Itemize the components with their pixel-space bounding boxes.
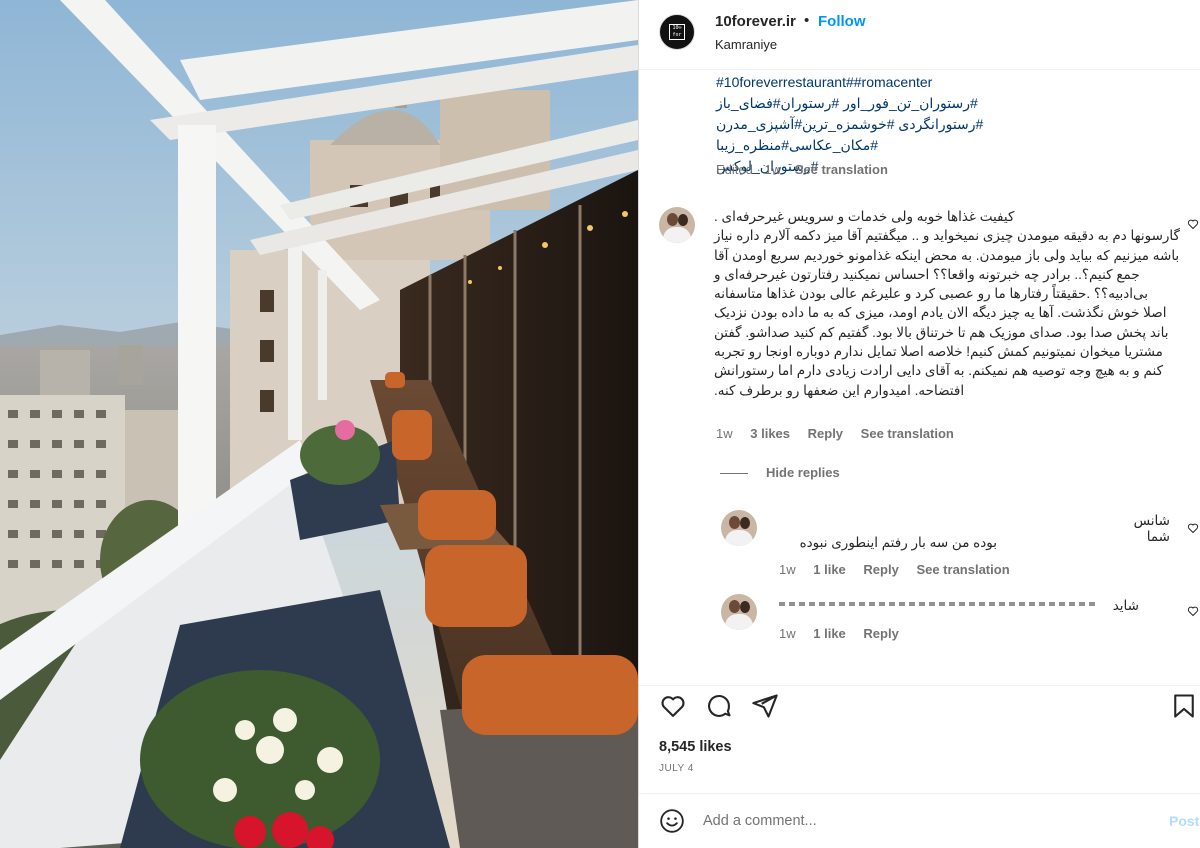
separator-dot: •: [804, 12, 810, 29]
likes-count[interactable]: 8,545 likes: [659, 739, 732, 755]
like-comment-heart-icon[interactable]: [1187, 218, 1199, 230]
comment-line: افتضاحه. امیدوارم این ضعفها رو برطرف کنه…: [714, 382, 965, 398]
post-comment-button[interactable]: Post: [1169, 813, 1199, 829]
hashtag-line[interactable]: #رستوران_تن_فور_اور #رستوران#فضای_باز: [716, 93, 1094, 114]
comment-icon[interactable]: [705, 692, 733, 720]
comment-line: جمع کنیم؟.. برادر چه خبرتونه واقعا؟؟ احس…: [714, 266, 1140, 282]
reply-author[interactable]: شانس شما: [1114, 513, 1170, 545]
hashtag-line[interactable]: #10foreverrestaurant##romacenter: [716, 72, 1094, 93]
hashtag-line[interactable]: #رستورانگردی #خوشمزه_ترین#آشپزی_مدرن #مک…: [716, 114, 1094, 156]
comment-likes[interactable]: 3 likes: [750, 426, 790, 441]
like-reply-heart-icon[interactable]: [1187, 522, 1199, 534]
reply-text: بوده من سه بار رفتم اینطوری نبوده: [799, 535, 997, 550]
reply-button[interactable]: Reply: [808, 426, 843, 441]
reply-meta: 1w 1 like Reply See translation: [779, 562, 1024, 577]
emoji-icon[interactable]: [659, 808, 685, 834]
comment-time: 1w: [716, 426, 733, 441]
time-separator: ·: [756, 162, 761, 177]
caption-meta: Edited · 1w See translation: [716, 162, 888, 177]
comment-meta: 1w 3 likes Reply See translation: [716, 426, 968, 441]
reply-text: شاید: [1112, 598, 1139, 613]
comment-line: باند پخش صدا بود. صدای موزیک هم تا خرتنا…: [714, 324, 1169, 340]
reply-avatar[interactable]: [721, 510, 757, 546]
comment-form: Post: [639, 793, 1200, 848]
see-translation-button[interactable]: See translation: [916, 562, 1009, 577]
reply-time: 1w: [779, 562, 796, 577]
comments-scroll-area[interactable]: #10foreverrestaurant##romacenter #رستورا…: [639, 70, 1200, 685]
comment-line: گارسونها دم به دقیقه میومدن چیزی نمیخوای…: [714, 228, 1180, 244]
post-actions: 8,545 likes JULY 4: [639, 685, 1200, 785]
bookmark-icon[interactable]: [1170, 692, 1198, 720]
post-header: 10∞ for 10forever.ir • Follow Kamraniye: [639, 0, 1200, 70]
obscured-reply-text: [779, 602, 1099, 606]
hide-replies-label: Hide replies: [766, 465, 840, 480]
post-photo[interactable]: [0, 0, 638, 848]
post-date: JULY 4: [659, 763, 694, 774]
reply-button[interactable]: Reply: [863, 626, 898, 641]
commenter-avatar[interactable]: [659, 207, 695, 243]
comment-line: بی‌ادبیه؟؟ .حقیقتاً رفتارها ما رو عصبی ک…: [714, 286, 1149, 302]
divider-line: [720, 473, 748, 475]
heart-icon[interactable]: [659, 692, 687, 720]
comment-line: باشه میزنیم که بیاید ولی باز میومدن. به …: [714, 247, 1180, 263]
reply-time: 1w: [779, 626, 796, 641]
follow-button[interactable]: Follow: [818, 13, 866, 30]
comment-input[interactable]: [703, 808, 1143, 834]
hide-replies-button[interactable]: Hide replies: [720, 465, 840, 480]
reply-button[interactable]: Reply: [863, 562, 898, 577]
caption-time: 1w: [764, 162, 782, 177]
post-side-panel: 10∞ for 10forever.ir • Follow Kamraniye #…: [639, 0, 1200, 848]
see-translation-button[interactable]: See translation: [861, 426, 954, 441]
comment-line: مشتریا میخوان نمیتونیم کمش کنیم! خلاصه ا…: [714, 344, 1163, 360]
restaurant-logo: 10∞ for: [669, 24, 685, 40]
reply-likes[interactable]: 1 like: [813, 626, 846, 641]
comment-body: کیفیت غذاها خوبه ولی خدمات و سرویس غیرحر…: [714, 207, 1184, 400]
reply-likes[interactable]: 1 like: [813, 562, 846, 577]
comment-line: کنم و به هیچ وجه توصیه هم نمیکنم. به آقا…: [714, 363, 1163, 379]
comment-line: اصلا خوش نگذشت. آها یه چیز دیگه الان یاد…: [714, 305, 1167, 321]
reply-avatar[interactable]: [721, 594, 757, 630]
username-link[interactable]: 10forever.ir: [715, 13, 796, 30]
profile-avatar[interactable]: 10∞ for: [659, 14, 695, 50]
like-reply-heart-icon[interactable]: [1187, 605, 1199, 617]
edited-label: Edited: [716, 162, 753, 177]
share-icon[interactable]: [751, 692, 779, 720]
comment-line: کیفیت غذاها خوبه ولی خدمات و سرویس غیرحر…: [714, 209, 1015, 224]
location-link[interactable]: Kamraniye: [715, 37, 777, 52]
see-translation-button[interactable]: See translation: [795, 162, 888, 177]
reply-meta: 1w 1 like Reply: [779, 626, 913, 641]
rooftop-restaurant-photo: [0, 0, 638, 848]
